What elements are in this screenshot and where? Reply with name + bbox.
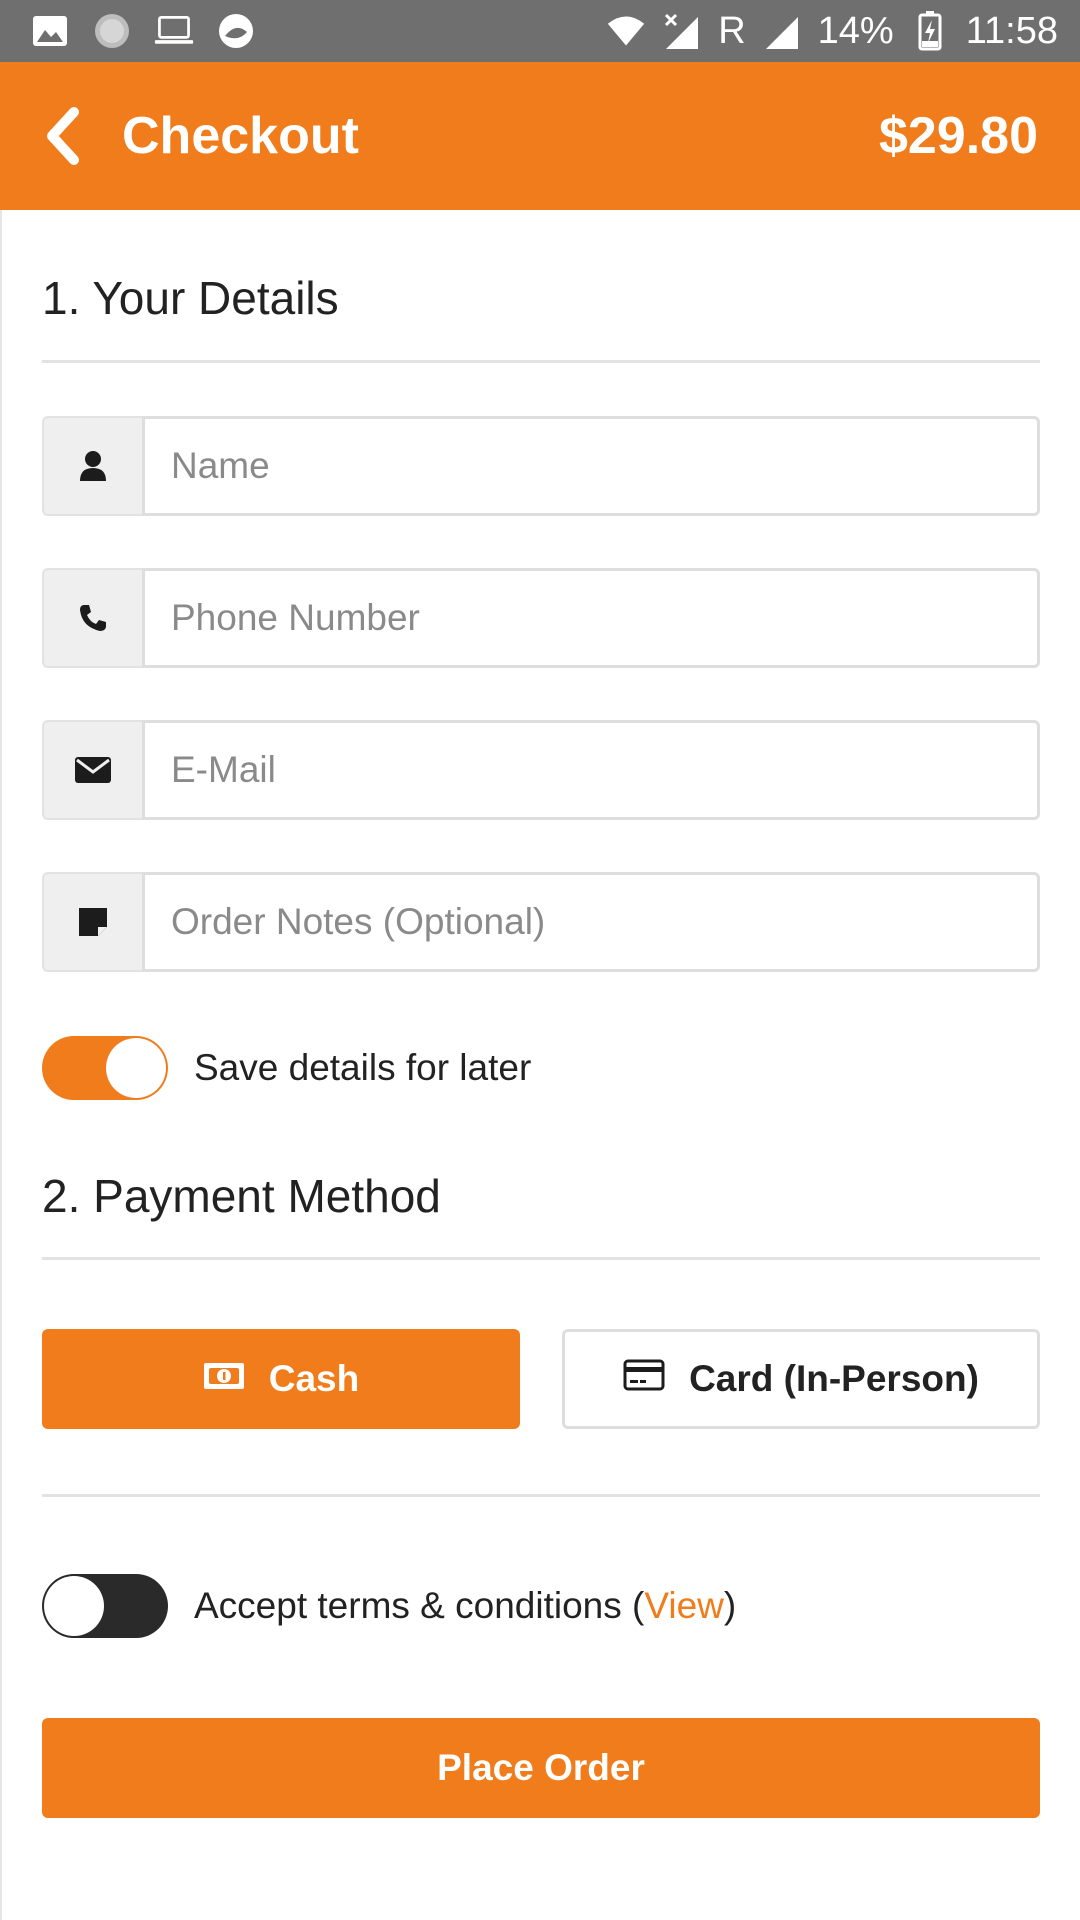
accept-terms-label: Accept terms & conditions (View) [194,1574,736,1638]
email-input[interactable] [142,720,1040,820]
place-order-label: Place Order [437,1747,645,1788]
order-total: $29.80 [878,107,1038,165]
cash-icon [203,1358,245,1400]
signal-icon [762,11,802,51]
battery-charging-icon [910,11,950,51]
user-icon [42,416,142,516]
section-divider [42,1494,1040,1497]
status-bar: R 14% 11:58 [0,0,1080,62]
notes-field-group [42,872,1040,972]
no-signal-icon [662,11,702,51]
section-divider [42,1257,1040,1260]
credit-card-icon [623,1358,665,1400]
laptop-icon [154,11,194,51]
app-bar: Checkout $29.80 [0,62,1080,210]
chevron-left-icon[interactable] [40,106,88,166]
terms-text: Accept terms & conditions ( [194,1585,645,1626]
phone-icon [42,568,142,668]
save-details-label: Save details for later [194,1047,532,1088]
accept-terms-toggle[interactable] [42,1574,168,1638]
status-bar-right: R 14% 11:58 [606,6,1058,56]
name-input[interactable] [142,416,1040,516]
envelope-icon [42,720,142,820]
section-divider [42,360,1040,363]
card-label: Card (In-Person) [689,1358,979,1399]
phone-input[interactable] [142,568,1040,668]
battery-percentage: 14% [817,9,894,52]
section-title-details: 1. Your Details [42,272,339,324]
view-terms-link[interactable]: View [644,1585,724,1626]
page-title: Checkout [122,107,359,165]
cash-label: Cash [268,1358,360,1399]
app-icon [216,11,256,51]
save-details-toggle[interactable] [42,1036,168,1100]
email-field-group [42,720,1040,820]
image-icon [30,11,70,51]
toggle-knob [106,1038,166,1098]
terms-text-end: ) [723,1585,737,1626]
roaming-indicator: R [718,9,746,52]
order-notes-input[interactable] [142,872,1040,972]
note-icon [42,872,142,972]
wifi-icon [606,11,646,51]
place-order-button[interactable]: Place Order [42,1718,1040,1818]
loading-icon [92,11,132,51]
content-edge [0,210,2,1920]
cash-payment-button[interactable]: Cash [42,1329,520,1429]
phone-field-group [42,568,1040,668]
toggle-knob [44,1576,104,1636]
status-bar-left [30,10,256,52]
clock: 11:58 [965,9,1058,52]
card-payment-button[interactable]: Card (In-Person) [562,1329,1040,1429]
name-field-group [42,416,1040,516]
section-title-payment: 2. Payment Method [42,1170,441,1222]
